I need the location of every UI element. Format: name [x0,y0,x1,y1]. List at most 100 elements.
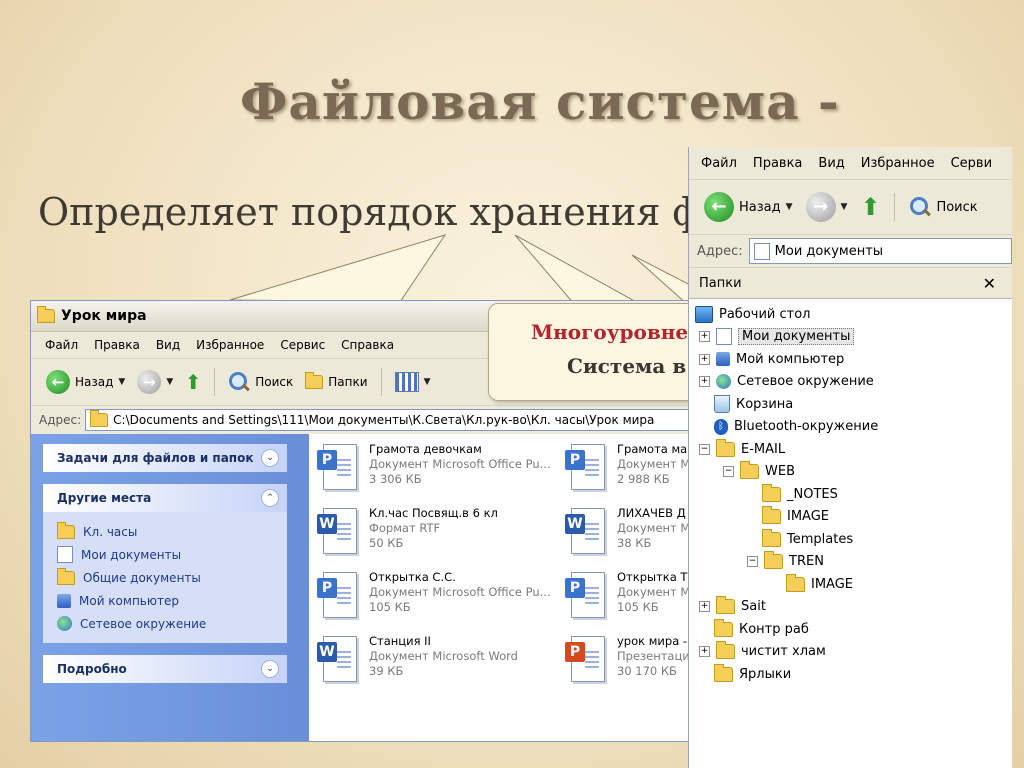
back-arrow-icon: ← [704,192,734,222]
menu-edit[interactable]: Правка [753,156,802,171]
place-label: Мой компьютер [79,593,179,608]
recycle-bin-icon [714,395,730,414]
dropdown-arrow-icon[interactable]: ▼ [841,202,848,212]
file-item[interactable]: P Открытка С.С. Документ Microsoft Office… [317,570,557,630]
views-icon [394,372,419,392]
file-type: Документ M [617,585,691,599]
tree-item[interactable]: + Мои документы [689,326,1012,349]
tree-item[interactable]: _NOTES [689,483,1012,506]
folder-tree: Рабочий стол + Мои документы + Мой компьютер… [689,299,1012,686]
tree-item[interactable]: Рабочий стол [689,303,1012,326]
collapse-toggle-icon[interactable]: − [723,466,734,478]
file-item[interactable]: W Станция II Документ Microsoft Word 39 КБ [317,634,557,694]
folders-button[interactable]: Папки [302,372,370,391]
tree-item[interactable]: − E-MAIL [689,438,1012,461]
file-item[interactable]: W Кл.час Посвящ.в 6 кл Формат RTF 50 КБ [317,506,557,566]
search-button[interactable]: Поиск [906,194,980,220]
tree-item-label: Мой компьютер [736,351,845,367]
address-input[interactable]: C:\Documents and Settings\111\Мои докуме… [85,409,731,431]
tree-item[interactable]: Templates [689,528,1012,551]
publisher-icon: P [565,442,609,494]
tree-item[interactable]: + Sait [689,596,1012,619]
dropdown-arrow-icon[interactable]: ▼ [166,377,173,387]
menu-favorites[interactable]: Избранное [196,338,264,352]
collapse-toggle-icon[interactable]: − [747,556,758,568]
tree-item-label: Sait [741,599,766,615]
menu-file[interactable]: Файл [701,156,737,171]
panel-header-other-places[interactable]: Другие места ⌃ [43,484,287,512]
tree-item[interactable]: + чистит хлам [689,641,1012,664]
collapse-chevron-icon[interactable]: ⌃ [261,489,279,507]
place-shared-documents[interactable]: Общие документы [57,566,287,589]
file-name: ЛИХАЧЕВ Д [617,506,686,520]
folder-icon [714,663,733,682]
search-icon [228,371,250,393]
tree-item[interactable]: − TREN [689,551,1012,574]
word-icon: W [317,506,361,558]
menu-help[interactable]: Справка [341,338,394,352]
menu-tools[interactable]: Серви [951,156,992,171]
back-arrow-icon: ← [46,370,70,394]
tree-item[interactable]: Контр раб [689,618,1012,641]
tree-item[interactable]: − WEB [689,461,1012,484]
file-name: Грамота ма [617,442,688,456]
up-folder-icon[interactable]: ⬆ [857,194,883,220]
panel-title: Задачи для файлов и папок [57,451,254,465]
up-folder-icon[interactable]: ⬆ [182,371,204,393]
expand-toggle-icon[interactable]: + [699,331,710,343]
expand-toggle-icon[interactable]: + [699,376,710,388]
tree-item-label: Bluetooth-окружение [734,419,879,435]
menu-tools[interactable]: Сервис [280,338,325,352]
expand-chevron-icon[interactable]: ⌄ [261,449,279,467]
collapse-toggle-icon[interactable]: − [699,443,710,455]
panel-header-file-tasks[interactable]: Задачи для файлов и папок ⌄ [43,444,287,472]
back-button[interactable]: ← Назад ▼ [43,368,128,396]
menu-favorites[interactable]: Избранное [861,156,935,171]
menu-view[interactable]: Вид [818,156,844,171]
tree-item[interactable]: Корзина [689,393,1012,416]
menu-file[interactable]: Файл [45,338,78,352]
toolbar-separator [894,193,896,221]
place-kl-chasy[interactable]: Кл. часы [57,520,287,543]
expand-chevron-icon[interactable]: ⌄ [261,660,279,678]
publisher-icon: P [317,570,361,622]
bluetooth-icon: ᛒ [714,418,728,435]
folder-icon [716,438,735,457]
file-size: 2 988 КБ [617,472,670,486]
file-name: Станция II [369,634,431,648]
panel-header-details[interactable]: Подробно ⌄ [43,655,287,683]
expand-toggle-icon[interactable]: + [699,353,710,365]
tree-item[interactable]: IMAGE [689,506,1012,529]
file-size: 38 КБ [617,536,652,550]
close-icon[interactable]: ✕ [983,274,996,293]
place-my-computer[interactable]: Мой компьютер [57,589,287,612]
file-type: Документ Microsoft Office Pu... [369,585,551,599]
address-input[interactable]: Мои документы [748,238,1012,264]
expand-toggle-icon[interactable]: + [699,601,710,613]
search-button[interactable]: Поиск [225,369,296,395]
menu-view[interactable]: Вид [156,338,180,352]
dropdown-arrow-icon[interactable]: ▼ [118,377,125,387]
tree-item[interactable]: + Сетевое окружение [689,371,1012,394]
forward-button[interactable]: → ▼ [134,368,176,396]
place-network[interactable]: Сетевое окружение [57,612,287,635]
file-size: 50 КБ [369,536,404,550]
file-item[interactable]: P Грамота девочкам Документ Microsoft Off… [317,442,557,502]
tree-item[interactable]: ᛒ Bluetooth-окружение [689,416,1012,439]
tree-item[interactable]: Ярлыки [689,663,1012,686]
folders-pane-title: Папки [699,275,742,291]
tree-item[interactable]: IMAGE [689,573,1012,596]
tree-item-label: Корзина [736,396,794,412]
toolbar: ← Назад ▼ → ▼ ⬆ Поиск [689,180,1012,235]
folders-pane-header: Папки ✕ [689,268,1012,299]
expand-toggle-icon[interactable]: + [699,646,710,658]
back-button[interactable]: ← Назад ▼ [701,190,796,224]
place-my-documents[interactable]: Мои документы [57,543,287,566]
menu-edit[interactable]: Правка [94,338,140,352]
folder-icon [37,306,55,323]
views-button[interactable]: ▼ [392,370,434,394]
tree-item[interactable]: + Мой компьютер [689,348,1012,371]
forward-button[interactable]: → ▼ [803,190,851,224]
dropdown-arrow-icon[interactable]: ▼ [786,202,793,212]
